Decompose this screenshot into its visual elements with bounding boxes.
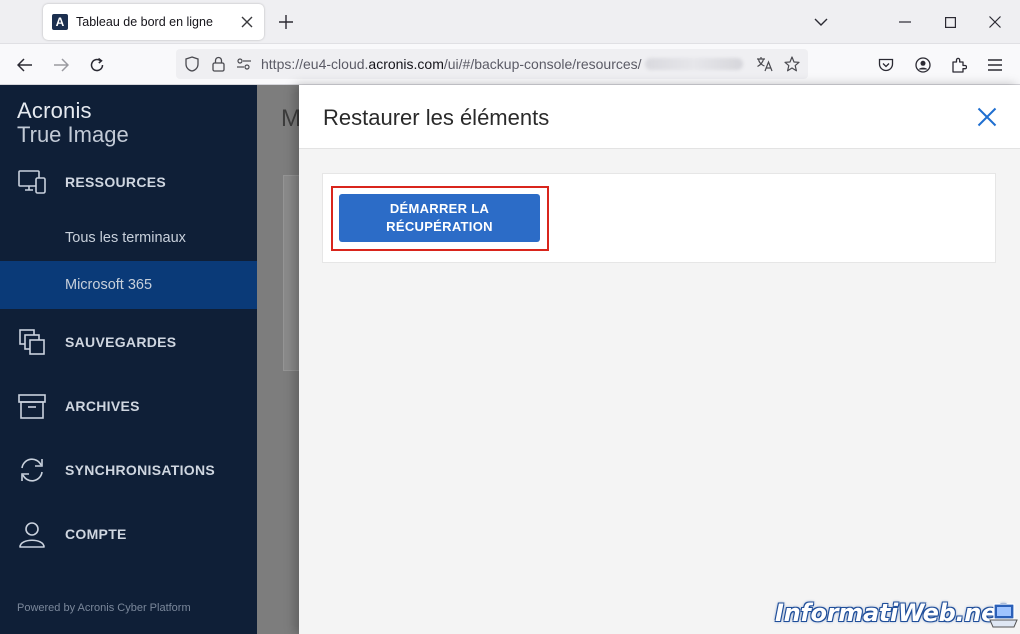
close-window-icon[interactable] <box>981 8 1009 36</box>
sidebar-subitem-label: Microsoft 365 <box>65 277 153 293</box>
powered-by-footer: Powered by Acronis Cyber Platform <box>17 602 191 614</box>
panel-title: Restaurer les éléments <box>323 105 550 130</box>
pocket-icon[interactable] <box>872 51 900 79</box>
copies-icon <box>17 327 47 357</box>
sidebar-subitem-microsoft-365[interactable]: Microsoft 365 <box>0 261 257 309</box>
restore-items-panel: Restaurer les éléments DÉMARRER LA RÉCUP… <box>299 85 1020 634</box>
panel-content-box: DÉMARRER LA RÉCUPÉRATION <box>322 173 996 263</box>
panel-header: Restaurer les éléments <box>299 85 1020 149</box>
close-icon[interactable] <box>973 103 1001 131</box>
tab-close-icon[interactable] <box>236 11 258 33</box>
bookmark-star-icon[interactable] <box>779 51 805 77</box>
tracking-protection-shield-icon[interactable] <box>179 51 205 77</box>
extensions-puzzle-icon[interactable] <box>945 51 973 79</box>
sidebar-item-label: SYNCHRONISATIONS <box>65 462 215 478</box>
sync-icon <box>17 455 47 485</box>
translate-icon[interactable] <box>752 51 778 77</box>
laptop-logo-icon <box>989 603 1018 628</box>
tab-title: Tableau de bord en ligne <box>76 15 213 29</box>
sidebar-item-synchronisations[interactable]: SYNCHRONISATIONS <box>0 446 257 494</box>
sidebar: Acronis True Image RESSOURCES Tous les t… <box>0 85 257 634</box>
sidebar-item-label: RESSOURCES <box>65 174 167 190</box>
permissions-icon[interactable] <box>231 51 257 77</box>
new-tab-plus-icon[interactable] <box>274 10 298 34</box>
acronis-favicon-icon: A <box>52 14 68 30</box>
url-text: https://eu4-cloud.acronis.com/ui/#/backu… <box>261 56 642 72</box>
highlight-frame: DÉMARRER LA RÉCUPÉRATION <box>331 186 549 251</box>
url-bar[interactable]: https://eu4-cloud.acronis.com/ui/#/backu… <box>176 49 808 79</box>
browser-tab-bar: A Tableau de bord en ligne <box>0 0 1020 44</box>
minimize-icon[interactable] <box>891 8 919 36</box>
menu-hamburger-icon[interactable] <box>981 51 1009 79</box>
reload-icon[interactable] <box>83 51 111 79</box>
start-recovery-button[interactable]: DÉMARRER LA RÉCUPÉRATION <box>339 194 540 242</box>
account-icon[interactable] <box>909 51 937 79</box>
back-arrow-icon[interactable] <box>11 51 39 79</box>
page-title: M <box>281 105 301 132</box>
maximize-icon[interactable] <box>936 8 964 36</box>
sidebar-item-label: ARCHIVES <box>65 398 140 414</box>
browser-tab[interactable]: A Tableau de bord en ligne <box>43 4 264 40</box>
sidebar-item-archives[interactable]: ARCHIVES <box>0 382 257 430</box>
lock-icon[interactable] <box>205 51 231 77</box>
sidebar-item-ressources[interactable]: RESSOURCES <box>0 158 257 206</box>
watermark-text: InformatiWeb.net <box>775 599 1009 627</box>
browser-nav-bar: https://eu4-cloud.acronis.com/ui/#/backu… <box>0 44 1020 85</box>
sidebar-subitem-label: Tous les terminaux <box>65 230 186 246</box>
sidebar-item-label: SAUVEGARDES <box>65 334 177 350</box>
brand-logo-product: True Image <box>17 122 129 147</box>
user-icon <box>17 519 47 549</box>
forward-arrow-icon[interactable] <box>47 51 75 79</box>
main-content-overlay[interactable]: M <box>257 85 303 634</box>
list-all-tabs-chevron-icon[interactable] <box>807 8 835 36</box>
sidebar-item-sauvegardes[interactable]: SAUVEGARDES <box>0 318 257 366</box>
brand-logo-acronis: Acronis <box>17 98 92 123</box>
sidebar-subitem-tous-les-terminaux[interactable]: Tous les terminaux <box>0 214 257 262</box>
devices-icon <box>17 167 47 197</box>
url-redacted <box>644 58 743 70</box>
sidebar-item-compte[interactable]: COMPTE <box>0 510 257 558</box>
sidebar-item-label: COMPTE <box>65 526 127 542</box>
archive-box-icon <box>17 391 47 421</box>
